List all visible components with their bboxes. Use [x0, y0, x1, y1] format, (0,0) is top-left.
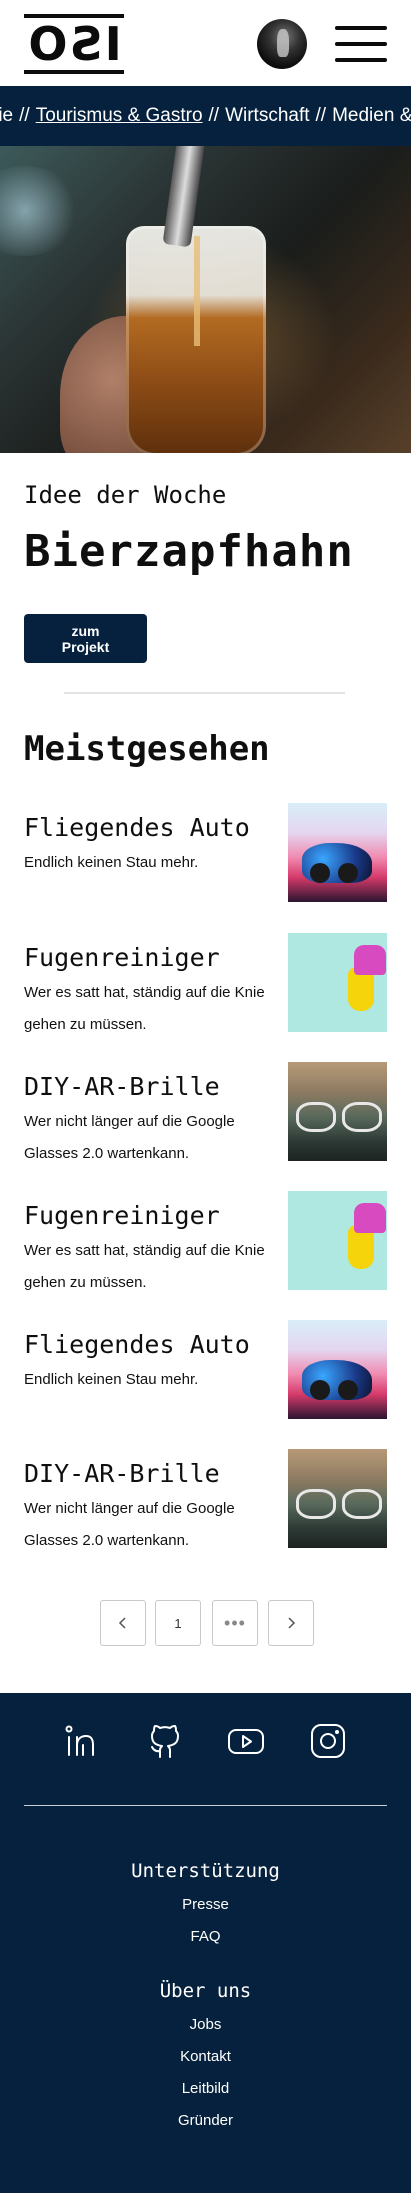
- menu-line: [335, 26, 387, 30]
- item-description: Wer nicht länger auf die Google Glasses …: [24, 1113, 235, 1162]
- item-title: Fliegendes Auto: [24, 813, 250, 842]
- footer-link-jobs[interactable]: Jobs: [0, 2016, 411, 2033]
- list-item[interactable]: Fugenreiniger Wer es satt hat, ständig a…: [24, 933, 387, 1043]
- to-project-button[interactable]: zum Projekt: [24, 614, 147, 663]
- section-divider: [64, 692, 345, 694]
- ticker-separator: //: [208, 105, 220, 126]
- ticker-item[interactable]: Medien &: [332, 105, 411, 126]
- item-thumbnail: [288, 1191, 387, 1290]
- footer-link-founders[interactable]: Gründer: [0, 2112, 411, 2129]
- list-item[interactable]: DIY-AR-Brille Wer nicht länger auf die G…: [24, 1449, 387, 1559]
- footer-link-contact[interactable]: Kontakt: [0, 2048, 411, 2065]
- site-footer: Unterstützung Presse FAQ Über uns Jobs K…: [0, 1693, 411, 2193]
- item-description: Wer es satt hat, ständig auf die Knie ge…: [24, 1242, 265, 1291]
- github-icon[interactable]: [145, 1721, 185, 1761]
- item-title: DIY-AR-Brille: [24, 1072, 220, 1101]
- item-thumbnail: [288, 1320, 387, 1419]
- idea-title: Bierzapfhahn: [24, 526, 354, 577]
- ticker-track: rie//Tourismus & Gastro//Wirtschaft//Med…: [0, 86, 411, 146]
- footer-link-press[interactable]: Presse: [0, 1896, 411, 1913]
- about-heading: Über uns: [159, 1980, 252, 2002]
- list-item[interactable]: Fugenreiniger Wer es satt hat, ständig a…: [24, 1191, 387, 1301]
- item-description: Endlich keinen Stau mehr.: [24, 854, 199, 871]
- item-title: Fugenreiniger: [24, 1201, 220, 1230]
- prev-page-button[interactable]: [100, 1600, 146, 1646]
- logo-text: ISO: [26, 17, 122, 71]
- linkedin-icon[interactable]: [63, 1721, 103, 1761]
- youtube-icon[interactable]: [226, 1721, 266, 1761]
- most-viewed-title: Meistgesehen: [24, 729, 270, 769]
- ticker-item[interactable]: Wirtschaft: [225, 105, 309, 126]
- avatar[interactable]: [257, 19, 307, 69]
- ticker-separator: //: [19, 105, 30, 126]
- logo-bar-bottom: [24, 70, 124, 74]
- instagram-icon[interactable]: [308, 1721, 348, 1761]
- item-thumbnail: [288, 1062, 387, 1161]
- footer-link-mission[interactable]: Leitbild: [0, 2080, 411, 2097]
- more-pages-button[interactable]: •••: [212, 1600, 258, 1646]
- hero-bokeh: [0, 166, 80, 256]
- idea-label: Idee der Woche: [24, 481, 227, 509]
- menu-line: [335, 58, 387, 62]
- support-heading: Unterstützung: [131, 1860, 280, 1882]
- footer-link-faq[interactable]: FAQ: [0, 1928, 411, 1945]
- item-thumbnail: [288, 933, 387, 1032]
- category-ticker: rie//Tourismus & Gastro//Wirtschaft//Med…: [0, 86, 411, 146]
- ticker-item[interactable]: rie: [0, 105, 13, 126]
- hero-image-beer-tap: [0, 146, 411, 453]
- list-item[interactable]: DIY-AR-Brille Wer nicht länger auf die G…: [24, 1062, 387, 1172]
- logo[interactable]: ISO: [24, 14, 124, 74]
- item-title: Fliegendes Auto: [24, 1330, 250, 1359]
- item-thumbnail: [288, 1449, 387, 1548]
- item-title: Fugenreiniger: [24, 943, 220, 972]
- footer-divider: [24, 1805, 387, 1806]
- hamburger-menu-button[interactable]: [335, 24, 387, 64]
- ticker-item-link[interactable]: Tourismus & Gastro: [36, 105, 203, 126]
- menu-line: [335, 42, 387, 46]
- next-page-button[interactable]: [268, 1600, 314, 1646]
- item-title: DIY-AR-Brille: [24, 1459, 220, 1488]
- item-thumbnail: [288, 803, 387, 902]
- chevron-left-icon: [118, 1617, 126, 1629]
- list-item[interactable]: Fliegendes Auto Endlich keinen Stau mehr…: [24, 1320, 387, 1430]
- ticker-separator: //: [315, 105, 327, 126]
- item-description: Wer es satt hat, ständig auf die Knie ge…: [24, 984, 265, 1033]
- hero-beer-stream: [194, 236, 200, 346]
- chevron-right-icon: [288, 1617, 296, 1629]
- list-item[interactable]: Fliegendes Auto Endlich keinen Stau mehr…: [24, 803, 387, 913]
- pagination: 1 •••: [100, 1600, 314, 1646]
- site-header: ISO: [0, 0, 411, 86]
- item-description: Wer nicht länger auf die Google Glasses …: [24, 1500, 235, 1549]
- item-description: Endlich keinen Stau mehr.: [24, 1371, 199, 1388]
- page-1-button[interactable]: 1: [155, 1600, 201, 1646]
